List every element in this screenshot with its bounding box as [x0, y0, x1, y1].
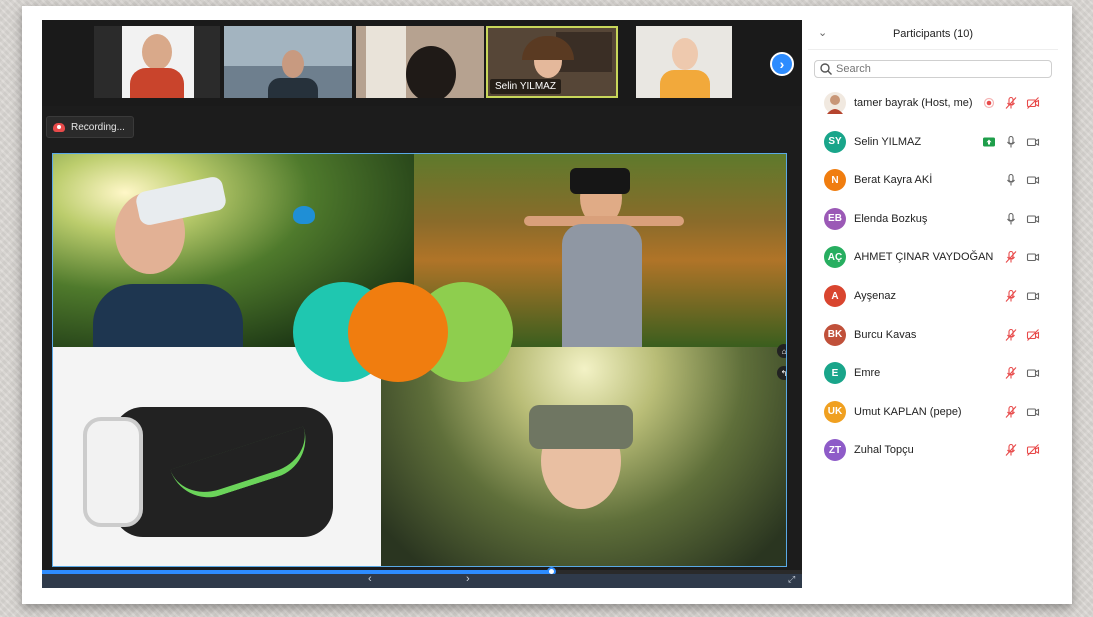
video-camera-icon[interactable] [1026, 366, 1040, 380]
participant-shirt [268, 78, 318, 98]
window-frame: Selin YILMAZ › Recording... ⌂ ↰ ‹ › ⤢ ⌄ … [22, 6, 1072, 604]
video-thumbnail-strip: Selin YILMAZ › [42, 20, 802, 106]
previous-slide-button[interactable]: ‹ [368, 573, 372, 585]
butterfly [293, 206, 315, 224]
participants-panel: ⌄ Participants (10) tamer bayrak (Host, … [808, 20, 1058, 588]
participant-face [672, 38, 698, 70]
microphone-muted-icon[interactable] [1004, 366, 1018, 380]
meeting-area: Selin YILMAZ › Recording... ⌂ ↰ ‹ › ⤢ [42, 20, 802, 588]
next-video-page-button[interactable]: › [770, 52, 794, 76]
person-shirt [562, 224, 642, 347]
video-off-icon[interactable] [1026, 96, 1040, 110]
video-off-icon[interactable] [1026, 443, 1040, 457]
microphone-muted-icon[interactable] [1004, 405, 1018, 419]
person-sweater [93, 284, 243, 347]
recording-label: Recording... [71, 121, 125, 133]
cloud-record-icon [53, 122, 65, 132]
participant-row[interactable]: UK Umut KAPLAN (pepe) [808, 399, 1058, 425]
participant-row[interactable]: N Berat Kayra AKİ [808, 167, 1058, 193]
video-camera-icon[interactable] [1026, 289, 1040, 303]
participant-row[interactable]: E Emre [808, 360, 1058, 386]
participant-face [142, 34, 172, 70]
recording-indicator[interactable]: Recording... [46, 116, 134, 138]
avatar: AÇ [824, 246, 846, 269]
video-thumbnail[interactable] [224, 26, 352, 98]
orange-circle [348, 282, 448, 382]
vr-image-girl-smiling [381, 347, 786, 566]
participant-shirt [660, 70, 710, 98]
video-off-icon[interactable] [1026, 328, 1040, 342]
participant-name: Selin YILMAZ [854, 135, 922, 148]
video-thumbnail-active-speaker[interactable]: Selin YILMAZ [486, 26, 618, 98]
participant-name: Ayşenaz [854, 290, 896, 302]
avatar: N [824, 169, 846, 192]
video-camera-icon[interactable] [1026, 212, 1040, 226]
vr-headset-side [83, 417, 143, 527]
participant-face [282, 50, 304, 78]
vr-headset [570, 168, 630, 194]
video-camera-icon[interactable] [1026, 250, 1040, 264]
video-camera-icon[interactable] [1026, 405, 1040, 419]
avatar: ZT [824, 439, 846, 462]
participant-shirt [130, 68, 184, 98]
video-thumbnail[interactable] [636, 26, 732, 98]
participant-search-box[interactable] [814, 60, 1052, 78]
video-camera-icon[interactable] [1026, 173, 1040, 187]
video-camera-icon[interactable] [1026, 135, 1040, 149]
microphone-muted-icon[interactable] [1004, 250, 1018, 264]
participants-title: Participants (10) [892, 28, 974, 40]
avatar: E [824, 362, 846, 385]
avatar: SY [824, 130, 846, 153]
avatar: EB [824, 207, 846, 230]
participants-header: ⌄ Participants (10) [808, 20, 1058, 50]
avatar: BK [824, 323, 846, 346]
search-input[interactable] [836, 63, 1036, 75]
microphone-icon[interactable] [1004, 135, 1018, 149]
avatar: UK [824, 400, 846, 423]
vr-headset [529, 405, 633, 449]
screen-share-icon [982, 135, 996, 149]
recording-dot-icon [982, 96, 996, 110]
participant-name: Zuhal Topçu [854, 444, 914, 457]
active-speaker-name: Selin YILMAZ [490, 79, 561, 94]
participant-row[interactable]: AÇ AHMET ÇINAR VAYDOĞAN [808, 244, 1058, 270]
microphone-muted-icon[interactable] [1004, 96, 1018, 110]
participant-row[interactable]: A Ayşenaz [808, 283, 1058, 309]
microphone-muted-icon[interactable] [1004, 289, 1018, 303]
shared-screen: ⌂ ↰ [52, 153, 787, 567]
participant-row[interactable]: SY Selin YILMAZ [808, 129, 1058, 155]
microphone-icon[interactable] [1004, 173, 1018, 187]
microphone-icon[interactable] [1004, 212, 1018, 226]
expand-icon[interactable]: ⤢ [788, 574, 795, 585]
participant-name: Umut KAPLAN (pepe) [854, 405, 962, 418]
participant-row[interactable]: EB Elenda Bozkuş [808, 206, 1058, 232]
search-icon [820, 63, 832, 75]
slide-navigation-bar: ‹ › ⤢ [42, 573, 802, 588]
thumbnail-background [366, 26, 406, 98]
participant-name: tamer bayrak (Host, me) [854, 97, 973, 109]
microphone-muted-icon[interactable] [1004, 328, 1018, 342]
microphone-muted-icon[interactable] [1004, 443, 1018, 457]
participant-head [406, 46, 456, 98]
participant-name: AHMET ÇINAR VAYDOĞAN [854, 251, 994, 264]
participant-row[interactable]: tamer bayrak (Host, me) [808, 90, 1058, 116]
next-slide-button[interactable]: › [466, 573, 470, 585]
video-thumbnail[interactable] [356, 26, 484, 98]
participant-row[interactable]: BK Burcu Kavas [808, 322, 1058, 348]
participant-name: Elenda Bozkuş [854, 212, 928, 225]
participant-name: Burcu Kavas [854, 328, 917, 341]
home-icon[interactable]: ⌂ [777, 344, 786, 358]
undo-icon[interactable]: ↰ [777, 366, 786, 380]
participant-row[interactable]: ZT Zuhal Topçu [808, 437, 1058, 463]
participant-name: Emre [854, 367, 881, 380]
video-thumbnail[interactable] [94, 26, 220, 98]
avatar-photo [824, 92, 846, 114]
participant-name: Berat Kayra AKİ [854, 174, 933, 187]
avatar: A [824, 285, 846, 307]
